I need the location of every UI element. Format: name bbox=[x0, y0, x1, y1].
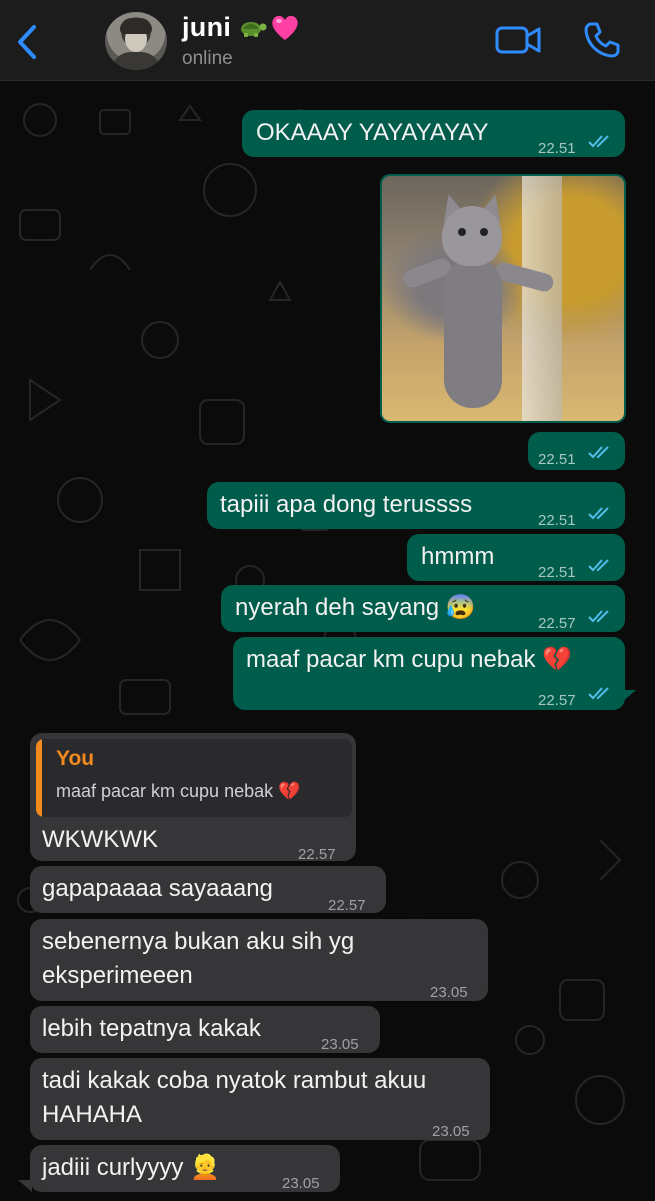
message-text: OKAAAY YAYAYAYAY bbox=[256, 119, 489, 146]
incoming-message[interactable]: gapapaaaa sayaaang 22.57 bbox=[30, 866, 386, 914]
incoming-message[interactable]: tadi kakak coba nyatok rambut akuu HAHAH… bbox=[30, 1058, 490, 1140]
phone-call-icon[interactable] bbox=[582, 20, 622, 60]
read-ticks-icon bbox=[588, 559, 609, 572]
incoming-message[interactable]: lebih tepatnya kakak 23.05 bbox=[30, 1006, 380, 1053]
video-call-icon[interactable] bbox=[494, 22, 542, 58]
incoming-message[interactable]: jadiii curlyyyy 👱 23.05 bbox=[30, 1145, 340, 1192]
message-time: 23.05 bbox=[282, 1175, 320, 1192]
contact-avatar[interactable] bbox=[105, 12, 167, 70]
message-text-line1: tadi kakak coba nyatok rambut akuu bbox=[42, 1067, 427, 1094]
message-time: 23.05 bbox=[430, 984, 468, 1001]
outgoing-message[interactable]: nyerah deh sayang 😰 22.57 bbox=[221, 585, 625, 632]
read-ticks-icon bbox=[588, 446, 609, 459]
image-timestamp-bubble: 22.51 bbox=[528, 432, 625, 470]
outgoing-message[interactable]: OKAAAY YAYAYAYAY 22.51 bbox=[242, 110, 625, 157]
message-text: gapapaaaa sayaaang bbox=[42, 875, 273, 902]
message-text: maaf pacar km cupu nebak 💔 bbox=[246, 646, 573, 673]
message-time: 22.51 bbox=[538, 451, 576, 468]
message-time: 22.51 bbox=[538, 140, 576, 157]
message-time: 23.05 bbox=[432, 1123, 470, 1140]
message-time: 22.57 bbox=[538, 692, 576, 709]
incoming-message[interactable]: sebenernya bukan aku sih yg eksperimeeen… bbox=[30, 919, 488, 1001]
bubble-tail bbox=[622, 690, 636, 702]
message-text: jadiii curlyyyy 👱 bbox=[42, 1154, 220, 1181]
message-text: lebih tepatnya kakak bbox=[42, 1015, 261, 1042]
read-ticks-icon bbox=[588, 135, 609, 148]
read-ticks-icon bbox=[588, 507, 609, 520]
contact-name[interactable]: juni bbox=[182, 12, 301, 43]
message-text: hmmm bbox=[421, 543, 495, 570]
image-message[interactable] bbox=[380, 174, 626, 423]
quote-accent-bar bbox=[36, 739, 42, 817]
message-time: 22.51 bbox=[538, 512, 576, 529]
quoted-reply[interactable]: You maaf pacar km cupu nebak 💔 bbox=[36, 739, 352, 817]
message-text-line2: HAHAHA bbox=[42, 1101, 143, 1128]
turtle-icon bbox=[241, 22, 267, 37]
message-text: tapiii apa dong terussss bbox=[220, 491, 473, 518]
pink-heart-icon bbox=[272, 15, 298, 40]
chat-header: juni online bbox=[0, 0, 655, 81]
message-time: 22.57 bbox=[328, 897, 366, 914]
message-time: 22.57 bbox=[538, 615, 576, 632]
outgoing-message[interactable]: tapiii apa dong terussss 22.51 bbox=[207, 482, 625, 529]
back-chevron-icon[interactable] bbox=[12, 22, 42, 62]
outgoing-message[interactable]: maaf pacar km cupu nebak 💔 22.57 bbox=[233, 637, 625, 710]
message-time: 23.05 bbox=[321, 1036, 359, 1053]
message-text-line2: eksperimeeen bbox=[42, 962, 193, 989]
message-text: WKWKWK bbox=[42, 826, 158, 853]
cat-gif-image[interactable] bbox=[382, 176, 624, 421]
quote-author: You bbox=[56, 747, 95, 770]
contact-status: online bbox=[182, 48, 233, 69]
quote-text: maaf pacar km cupu nebak 💔 bbox=[56, 781, 301, 801]
outgoing-message[interactable]: hmmm 22.51 bbox=[407, 534, 625, 581]
message-text: nyerah deh sayang 😰 bbox=[235, 594, 476, 621]
read-ticks-icon bbox=[588, 610, 609, 623]
read-ticks-icon bbox=[588, 687, 609, 700]
bubble-tail bbox=[18, 1180, 32, 1192]
message-text-line1: sebenernya bukan aku sih yg bbox=[42, 928, 355, 955]
